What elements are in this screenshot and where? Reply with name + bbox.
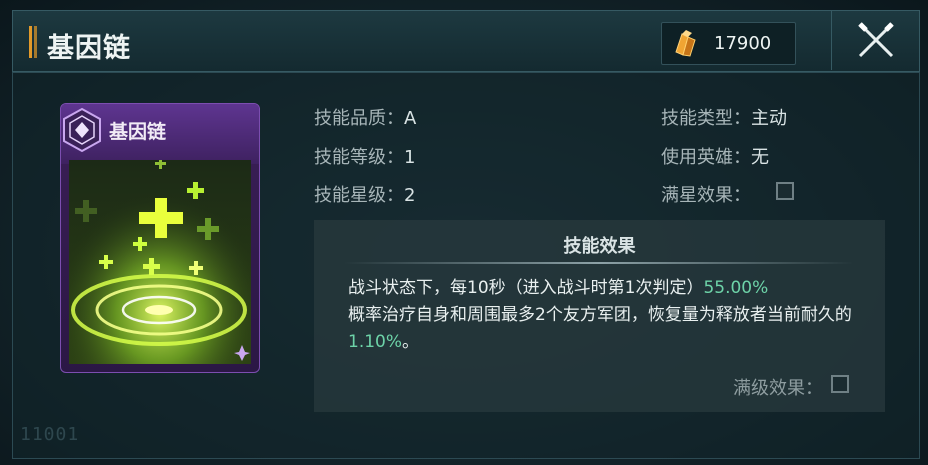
skill-card[interactable]: 基因链 — [60, 103, 260, 373]
page-title: 基因链 — [47, 33, 131, 64]
hero-value: 无 — [751, 147, 769, 168]
max-level-label: 满级效果： — [733, 378, 823, 399]
skill-level-value: 1 — [404, 147, 416, 168]
footer-stamp: 11001 — [20, 424, 80, 445]
effect-text-part3: 。 — [402, 332, 420, 352]
currency-display: 17900 — [661, 22, 796, 65]
effect-text-part1: 战斗状态下，每10秒（进入战斗时第1次判定） — [348, 278, 704, 298]
effect-description: 战斗状态下，每10秒（进入战斗时第1次判定）55.00% 概率治疗自身和周围最多… — [348, 275, 868, 356]
skill-hex-icon — [63, 107, 101, 153]
skill-quality-row: 技能品质：A — [314, 104, 416, 130]
max-star-row: 满星效果： — [661, 181, 751, 207]
skill-star-row: 技能星级：2 — [314, 181, 415, 207]
skill-quality-label: 技能品质： — [314, 108, 404, 129]
title-marker — [29, 26, 37, 58]
skill-level-row: 技能等级：1 — [314, 143, 415, 169]
skill-type-value: 主动 — [751, 108, 787, 129]
effect-divider — [344, 262, 854, 264]
max-level-checkbox[interactable] — [831, 375, 849, 393]
skill-effect-box: 技能效果 战斗状态下，每10秒（进入战斗时第1次判定）55.00% 概率治疗自身… — [314, 220, 885, 412]
close-area — [831, 10, 919, 70]
crystal-icon — [675, 30, 696, 57]
skill-type-row: 技能类型：主动 — [661, 104, 787, 130]
max-star-label: 满星效果： — [661, 185, 751, 206]
skill-star-label: 技能星级： — [314, 185, 404, 206]
effect-highlight-heal: 1.10% — [348, 332, 403, 352]
effect-highlight-chance: 55.00% — [703, 278, 769, 298]
skill-quality-value: A — [404, 108, 417, 129]
effect-text-part2: 概率治疗自身和周围最多2个友方军团，恢复量为释放者当前耐久的 — [348, 305, 852, 325]
skill-type-label: 技能类型： — [661, 108, 751, 129]
skill-level-label: 技能等级： — [314, 147, 404, 168]
hero-row: 使用英雄：无 — [661, 143, 769, 169]
skill-star-value: 2 — [404, 185, 416, 206]
card-title: 基因链 — [109, 121, 167, 143]
hero-label: 使用英雄： — [661, 147, 751, 168]
close-icon[interactable] — [852, 16, 900, 64]
gene-chain-art — [69, 160, 251, 364]
max-star-checkbox[interactable] — [776, 182, 794, 200]
rarity-corner-icon — [234, 345, 250, 361]
effect-title: 技能效果 — [563, 236, 636, 257]
currency-value: 17900 — [714, 33, 772, 54]
